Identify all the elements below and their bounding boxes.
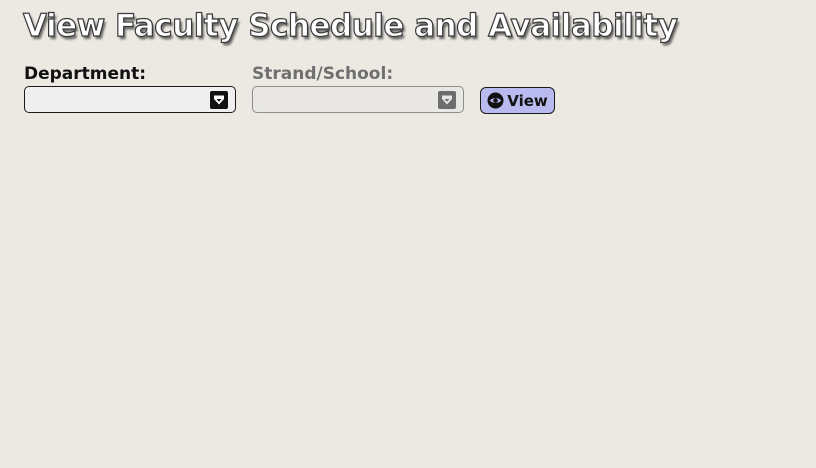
department-field: Department: xyxy=(24,64,236,113)
strand-school-select[interactable] xyxy=(252,86,464,113)
strand-school-label: Strand/School: xyxy=(252,64,394,84)
dropdown-arrow-icon[interactable] xyxy=(210,90,228,109)
view-button[interactable]: View xyxy=(480,87,555,114)
page-title: View Faculty Schedule and Availability xyxy=(22,7,678,44)
eye-icon xyxy=(487,92,504,109)
strand-school-field: Strand/School: xyxy=(252,64,464,113)
department-label: Department: xyxy=(24,64,147,84)
view-button-label: View xyxy=(507,91,548,110)
dropdown-arrow-icon[interactable] xyxy=(438,90,456,109)
department-select[interactable] xyxy=(24,86,236,113)
